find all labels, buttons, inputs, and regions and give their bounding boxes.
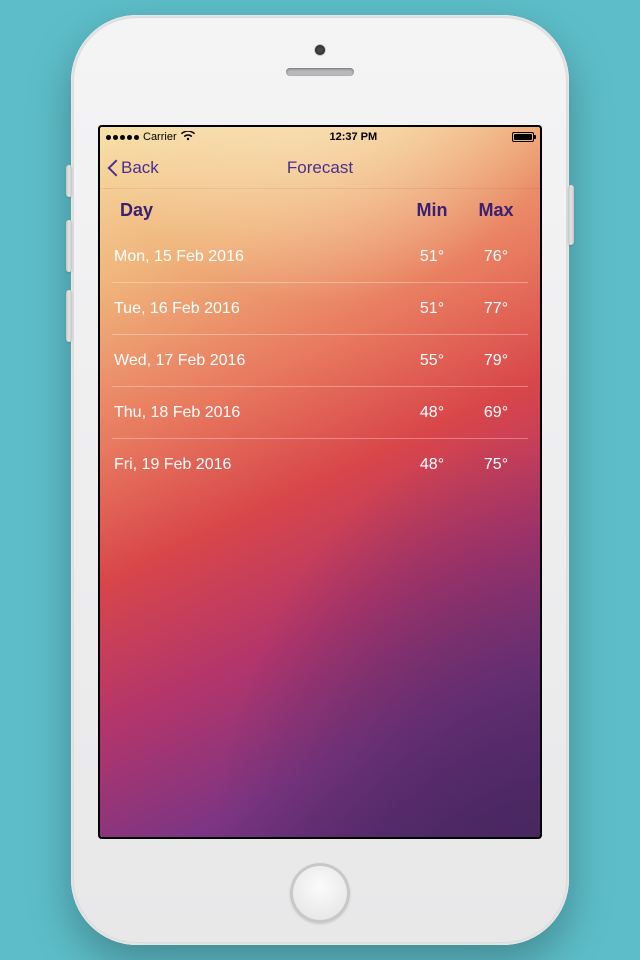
page-title: Forecast <box>287 158 353 178</box>
back-button[interactable]: Back <box>106 147 159 188</box>
volume-down-button <box>66 290 72 342</box>
col-max: Max <box>464 200 528 221</box>
table-row: Wed, 17 Feb 2016 55° 79° <box>112 335 528 387</box>
front-camera-icon <box>315 45 325 55</box>
cell-max: 76° <box>464 248 528 266</box>
cell-day: Tue, 16 Feb 2016 <box>112 300 400 318</box>
mute-switch <box>66 165 72 197</box>
table-row: Fri, 19 Feb 2016 48° 75° <box>112 439 528 491</box>
cell-min: 48° <box>400 456 464 474</box>
cell-min: 51° <box>400 248 464 266</box>
cell-min: 48° <box>400 404 464 422</box>
back-label: Back <box>121 158 159 178</box>
table-row: Mon, 15 Feb 2016 51° 76° <box>112 231 528 283</box>
app-screen: Carrier 12:37 PM Back Forecast <box>100 127 540 837</box>
signal-strength-icon <box>106 135 139 140</box>
earpiece-icon <box>286 68 354 76</box>
table-row: Tue, 16 Feb 2016 51° 77° <box>112 283 528 335</box>
cell-max: 69° <box>464 404 528 422</box>
cell-day: Wed, 17 Feb 2016 <box>112 352 400 370</box>
cell-min: 51° <box>400 300 464 318</box>
phone-frame: Carrier 12:37 PM Back Forecast <box>71 15 569 945</box>
chevron-left-icon <box>106 158 119 178</box>
col-day: Day <box>112 200 400 221</box>
screen-frame: Carrier 12:37 PM Back Forecast <box>98 125 542 839</box>
battery-icon <box>512 132 534 142</box>
table-row: Thu, 18 Feb 2016 48° 69° <box>112 387 528 439</box>
nav-bar: Back Forecast <box>100 147 540 189</box>
home-button[interactable] <box>290 863 350 923</box>
cell-day: Mon, 15 Feb 2016 <box>112 248 400 266</box>
forecast-table: Day Min Max Mon, 15 Feb 2016 51° 76° Tue… <box>100 189 540 491</box>
cell-max: 77° <box>464 300 528 318</box>
status-bar: Carrier 12:37 PM <box>100 127 540 147</box>
clock-label: 12:37 PM <box>329 131 377 143</box>
col-min: Min <box>400 200 464 221</box>
table-header: Day Min Max <box>112 189 528 231</box>
wifi-icon <box>181 130 195 144</box>
cell-max: 75° <box>464 456 528 474</box>
cell-day: Thu, 18 Feb 2016 <box>112 404 400 422</box>
carrier-label: Carrier <box>143 131 177 143</box>
lock-button <box>568 185 574 245</box>
cell-day: Fri, 19 Feb 2016 <box>112 456 400 474</box>
volume-up-button <box>66 220 72 272</box>
cell-max: 79° <box>464 352 528 370</box>
cell-min: 55° <box>400 352 464 370</box>
